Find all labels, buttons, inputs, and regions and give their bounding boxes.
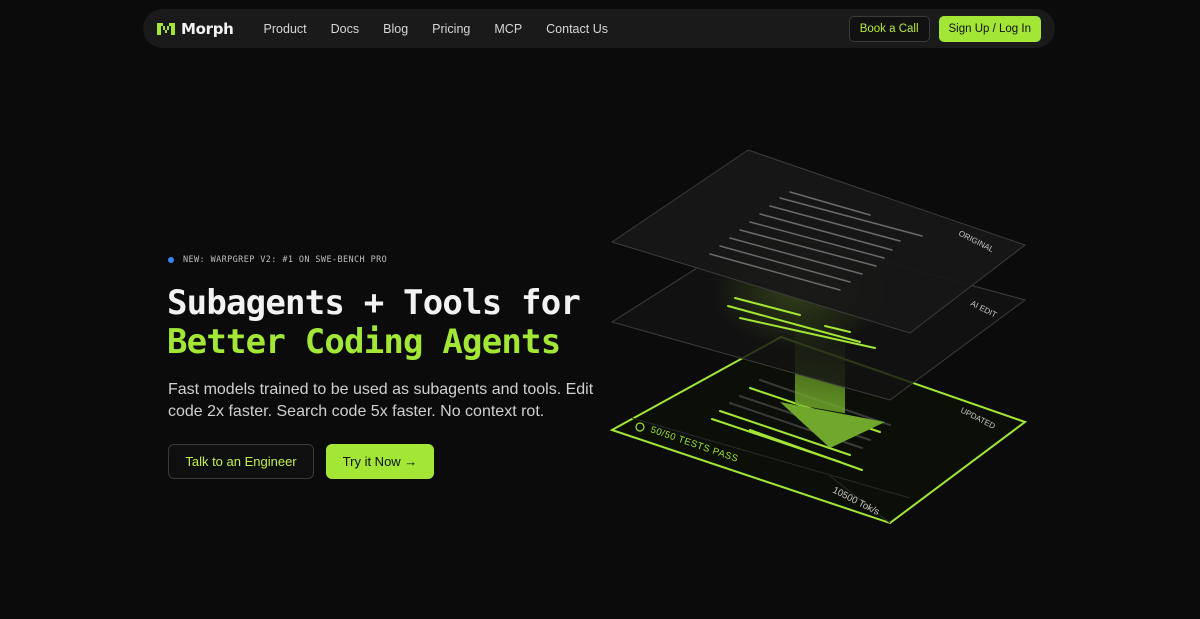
badge-dot-icon bbox=[168, 257, 174, 263]
morph-logo-icon bbox=[157, 22, 175, 35]
signup-login-button[interactable]: Sign Up / Log In bbox=[938, 15, 1041, 42]
hero-subtitle: Fast models trained to be used as subage… bbox=[168, 381, 594, 420]
brand-logo[interactable]: Morph bbox=[157, 20, 234, 38]
nav-link-mcp[interactable]: MCP bbox=[482, 22, 534, 36]
nav-link-blog[interactable]: Blog bbox=[371, 22, 420, 36]
book-call-button[interactable]: Book a Call bbox=[848, 15, 930, 42]
nav-link-pricing[interactable]: Pricing bbox=[420, 22, 482, 36]
layers-illustration: 50/50 TESTS PASS UPDATED 10500 Tok/s AI … bbox=[609, 149, 1028, 525]
talk-to-engineer-button[interactable]: Talk to an Engineer bbox=[168, 444, 314, 479]
try-it-now-button[interactable]: Try it Now → bbox=[326, 444, 434, 479]
nav-link-product[interactable]: Product bbox=[252, 22, 319, 36]
hero-title-line1: Subagents + Tools for bbox=[167, 283, 581, 323]
nav-link-contact[interactable]: Contact Us bbox=[534, 22, 620, 36]
hero-title: Subagents + Tools for Better Coding Agen… bbox=[167, 283, 581, 362]
top-nav: Morph Product Docs Blog Pricing MCP Cont… bbox=[143, 9, 1055, 48]
hero-title-line2: Better Coding Agents bbox=[167, 322, 561, 362]
brand-name: Morph bbox=[181, 19, 234, 38]
announcement-badge[interactable]: NEW: WARPGREP V2: #1 ON SWE-BENCH PRO bbox=[168, 255, 387, 265]
badge-text: NEW: WARPGREP V2: #1 ON SWE-BENCH PRO bbox=[183, 255, 388, 265]
nav-link-docs[interactable]: Docs bbox=[319, 22, 371, 36]
cta-row: Talk to an Engineer Try it Now → bbox=[168, 444, 434, 479]
